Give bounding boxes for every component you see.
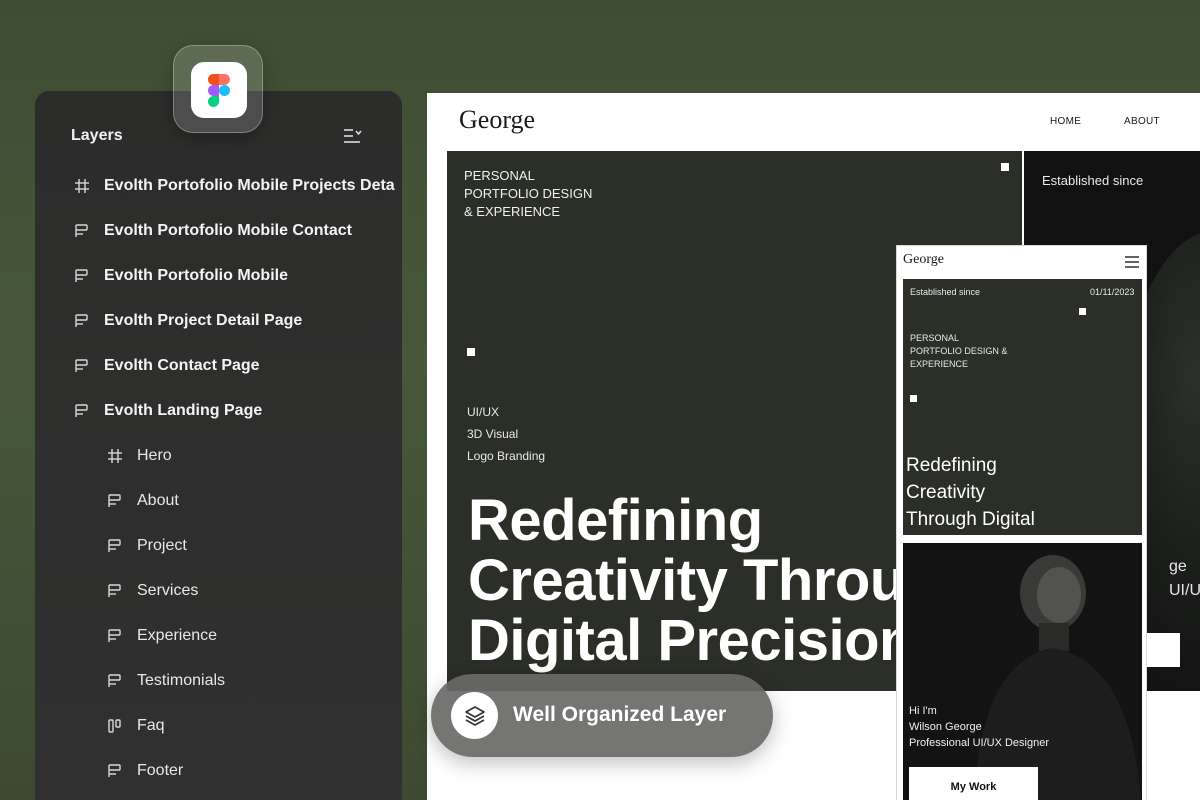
mobile-hero: Established since 01/11/2023 PERSONAL PO… [903,279,1142,535]
mobile-logo[interactable]: George [903,252,944,268]
decor-square [910,395,917,402]
service-item: Logo Branding [467,449,546,463]
layers-panel-title: Layers [71,127,123,144]
layer-item-label: Evolth Contact Page [104,357,260,374]
layer-item[interactable]: Experience [35,618,402,654]
layer-item-label: Services [137,582,199,599]
figma-logo-icon [208,73,230,107]
desktop-logo[interactable]: George [459,105,535,135]
layer-item-label: Faq [137,717,165,734]
layer-item[interactable]: Services [35,573,402,609]
layer-item-label: Evolth Landing Page [104,402,263,419]
established-label: Established since [910,287,981,297]
layer-item[interactable]: Evolth Portofolio Mobile Projects Deta [35,168,402,204]
layer-item[interactable]: Testimonials [35,663,402,699]
hero-tagline: PERSONAL PORTFOLIO DESIGN & EXPERIENCE [464,168,593,219]
section-icon [73,312,91,330]
section-icon [106,537,124,555]
list-collapse-icon[interactable] [343,127,363,145]
layer-item-label: Hero [137,447,172,464]
section-icon [106,762,124,780]
layer-item[interactable]: Footer [35,753,402,789]
layer-item-label: Evolth Project Detail Page [104,312,303,329]
section-icon [106,672,124,690]
layer-item-label: Footer [137,762,184,779]
layer-item[interactable]: Project [35,528,402,564]
layer-item[interactable]: About [35,483,402,519]
layer-item[interactable]: Faq [35,708,402,744]
section-icon [73,267,91,285]
section-icon [73,357,91,375]
frame-icon [73,177,91,195]
section-icon [106,492,124,510]
service-list: UI/UX 3D Visual Logo Branding [467,401,545,467]
section-icon [106,582,124,600]
mobile-mockup: George Established since 01/11/2023 PERS… [896,245,1147,800]
layer-item-label: Evolth Portofolio Mobile Projects Deta [104,177,395,194]
layer-item-label: About [137,492,179,509]
layer-item[interactable]: Evolth Landing Page [35,393,402,429]
layers-stack-icon [464,705,485,726]
established-label: Established since [1042,173,1144,188]
nav-about[interactable]: ABOUT [1124,116,1160,127]
layers-panel: Layers Evolth Portofolio Mobile Projects… [35,91,402,800]
layer-item[interactable]: Evolth Project Detail Page [35,303,402,339]
frame-icon [106,447,124,465]
feature-pill: Well Organized Layer [431,674,773,757]
mobile-headline: Redefining Creativity Through Digital [906,455,1035,530]
layer-item[interactable]: Evolth Portofolio Mobile Contact [35,213,402,249]
my-work-button[interactable]: My Work [909,767,1038,800]
section-icon [73,402,91,420]
established-date: 01/11/2023 [1090,287,1135,297]
layer-item[interactable]: Hero [35,438,402,474]
hamburger-menu-icon[interactable] [1125,256,1139,268]
section-icon [73,222,91,240]
mobile-tagline: PERSONAL PORTFOLIO DESIGN & EXPERIENCE [910,333,1008,369]
layer-item[interactable]: Evolth Portofolio Mobile [35,258,402,294]
layer-item-label: Testimonials [137,672,226,689]
layer-item-label: Project [137,537,187,554]
decor-square [467,348,475,356]
portrait-image [973,555,1142,800]
decor-square [1079,308,1086,315]
service-item: 3D Visual [467,427,519,441]
decor-square [1001,163,1009,171]
layer-item-label: Evolth Portofolio Mobile Contact [104,222,352,239]
mobile-intro: Hi I'm Wilson George Professional UI/UX … [909,705,1050,749]
layer-item[interactable]: Evolth Contact Page [35,348,402,384]
feature-pill-label: Well Organized Layer [513,703,727,726]
figma-app-badge [173,45,263,133]
mobile-portrait: Hi I'm Wilson George Professional UI/UX … [903,543,1142,800]
section-icon [106,627,124,645]
layer-item-label: Evolth Portofolio Mobile [104,267,288,284]
nav-home[interactable]: HOME [1050,116,1081,127]
service-item: UI/UX [467,405,500,419]
layer-item-label: Experience [137,627,218,644]
columns-icon [106,717,124,735]
